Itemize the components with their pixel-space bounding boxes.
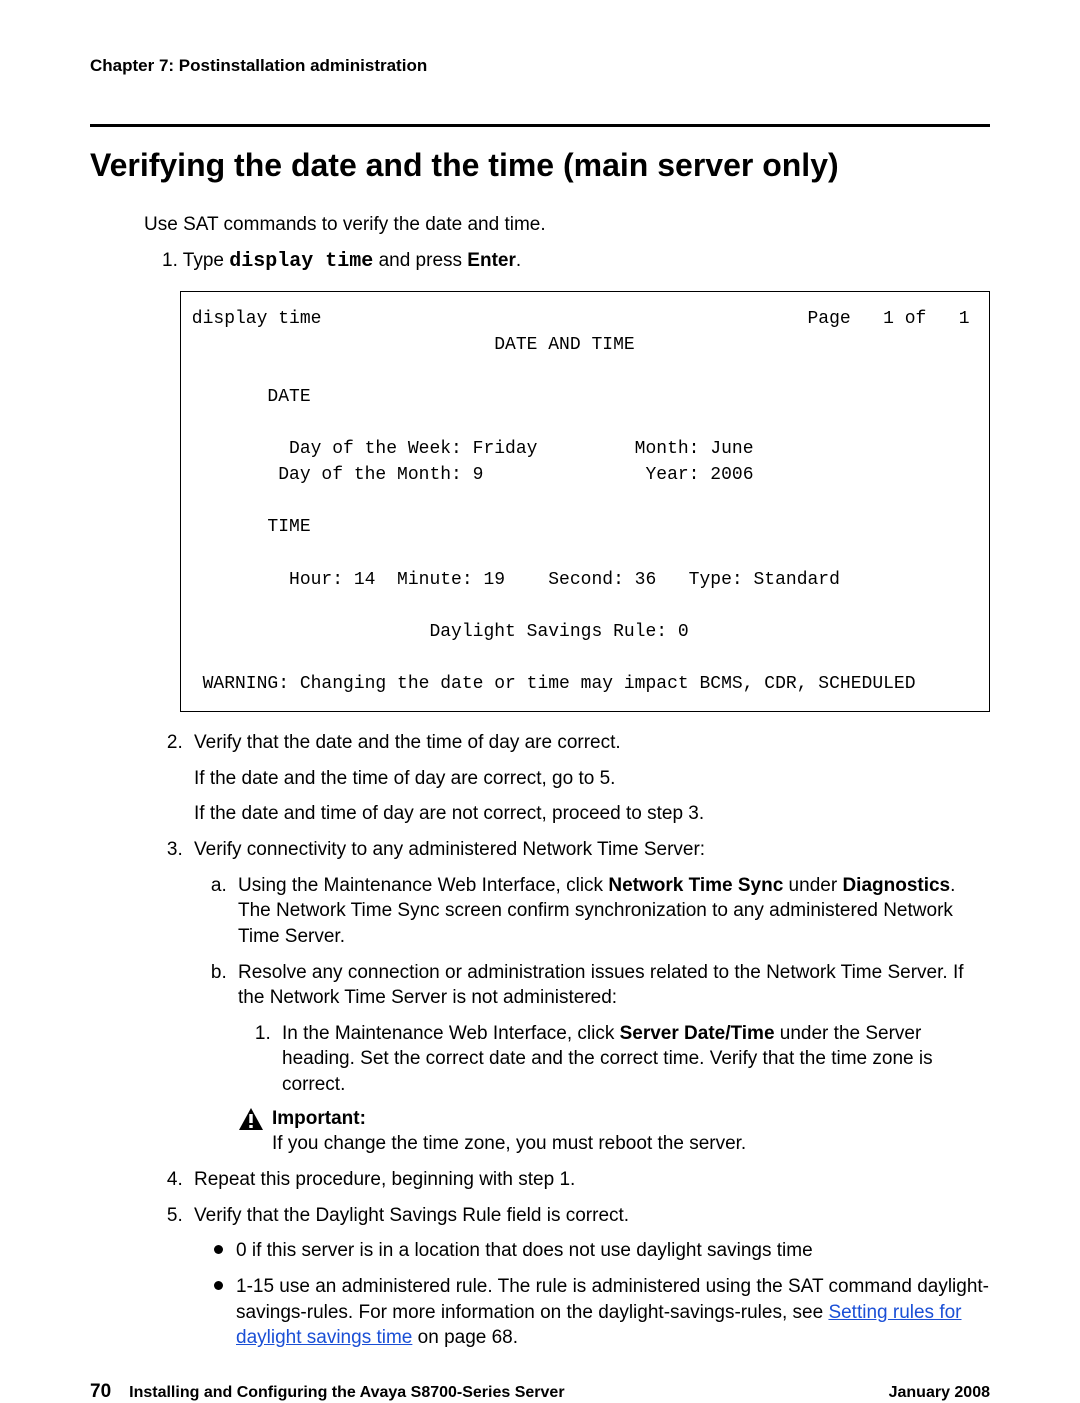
- step-2-text-c: If the date and time of day are not corr…: [194, 801, 990, 827]
- step-3b: Resolve any connection or administration…: [232, 960, 990, 1157]
- terminal-output: display time Page 1 of 1 DATE AND TIME D…: [180, 291, 990, 712]
- step-3a-bold2: Diagnostics: [842, 875, 950, 896]
- step-3a: Using the Maintenance Web Interface, cli…: [232, 873, 990, 950]
- step-3b-sublist: In the Maintenance Web Interface, click …: [238, 1021, 990, 1098]
- step-1: 1. Type display time and press Enter.: [162, 248, 990, 275]
- step-3-text: Verify connectivity to any administered …: [194, 837, 990, 863]
- bullet-admin-post: on page 68.: [412, 1327, 518, 1348]
- step-3b1: In the Maintenance Web Interface, click …: [276, 1021, 990, 1098]
- step1-suffix: .: [516, 250, 521, 271]
- command-code: display time: [229, 250, 373, 273]
- step-2-text-a: Verify that the date and the time of day…: [194, 730, 990, 756]
- step-3b-text: Resolve any connection or administration…: [238, 962, 964, 1009]
- step-5: Verify that the Daylight Savings Rule fi…: [188, 1203, 990, 1351]
- step-3a-pre: Using the Maintenance Web Interface, cli…: [238, 875, 608, 896]
- important-body-text: If you change the time zone, you must re…: [272, 1131, 990, 1157]
- important-heading: Important:: [238, 1106, 990, 1132]
- step-3b1-bold: Server Date/Time: [620, 1023, 775, 1044]
- important-note: Important: If you change the time zone, …: [238, 1106, 990, 1157]
- step1-prefix: 1. Type: [162, 250, 229, 271]
- step-3-sublist: Using the Maintenance Web Interface, cli…: [194, 873, 990, 1157]
- step-3a-mid: under: [783, 875, 842, 896]
- page-number: 70: [90, 1381, 111, 1403]
- step-3a-bold1: Network Time Sync: [608, 875, 783, 896]
- step-2-text-b: If the date and the time of day are corr…: [194, 766, 990, 792]
- step-3b1-pre: In the Maintenance Web Interface, click: [282, 1023, 620, 1044]
- section-rule: [90, 124, 990, 127]
- step-5-bullets: 0 if this server is in a location that d…: [194, 1238, 990, 1351]
- body-content: Use SAT commands to verify the date and …: [90, 212, 990, 1361]
- step1-mid: and press: [373, 250, 467, 271]
- step-4-text: Repeat this procedure, beginning with st…: [194, 1167, 990, 1193]
- intro-text: Use SAT commands to verify the date and …: [144, 212, 990, 238]
- steps-list: Verify that the date and the time of day…: [162, 730, 990, 1351]
- footer-date: January 2008: [889, 1384, 990, 1402]
- step-5-text: Verify that the Daylight Savings Rule fi…: [194, 1203, 990, 1229]
- footer-title: Installing and Configuring the Avaya S87…: [129, 1384, 888, 1402]
- page: Chapter 7: Postinstallation administrati…: [0, 0, 1080, 1397]
- chapter-header: Chapter 7: Postinstallation administrati…: [90, 56, 990, 76]
- section-title: Verifying the date and the time (main se…: [90, 147, 990, 184]
- step-4: Repeat this procedure, beginning with st…: [188, 1167, 990, 1193]
- step-2: Verify that the date and the time of day…: [188, 730, 990, 827]
- important-label: Important:: [272, 1106, 366, 1132]
- bullet-zero-rule: 0 if this server is in a location that d…: [214, 1238, 990, 1264]
- warning-icon: [238, 1107, 264, 1131]
- step-3: Verify connectivity to any administered …: [188, 837, 990, 1157]
- bullet-admin-rule: 1-15 use an administered rule. The rule …: [214, 1274, 990, 1351]
- enter-key: Enter: [467, 250, 516, 271]
